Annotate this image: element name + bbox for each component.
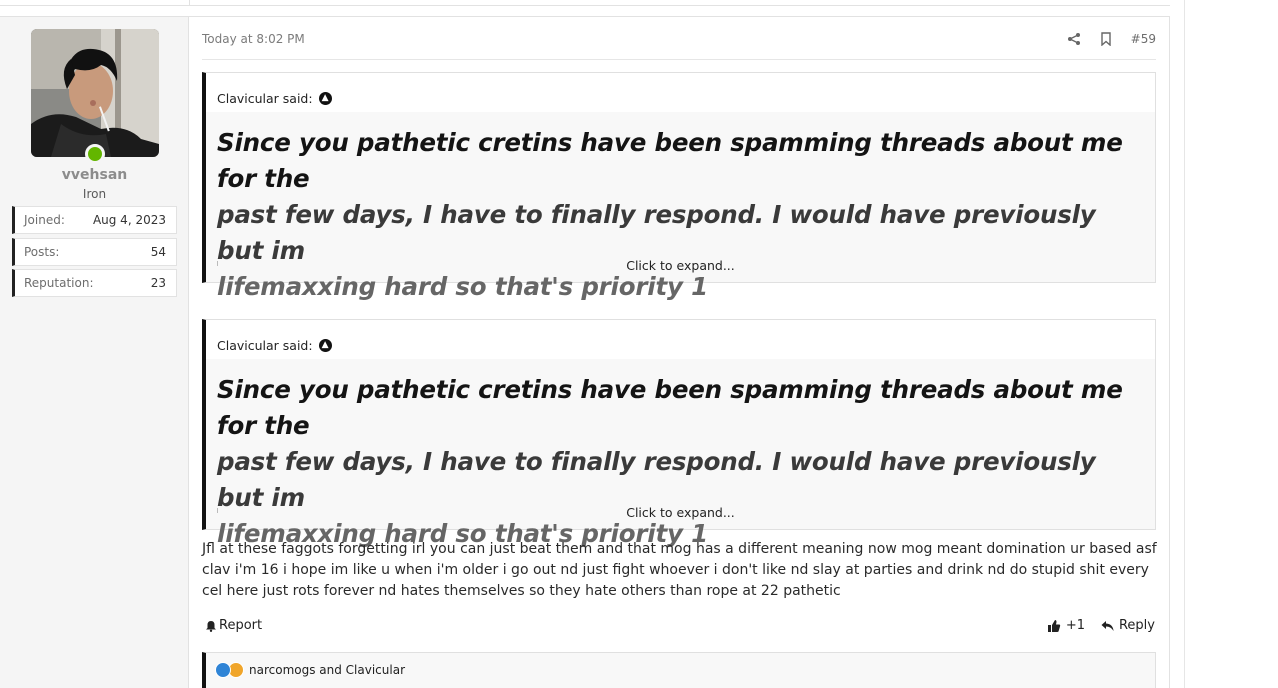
post-footer-actions: +1 Reply <box>1047 618 1155 633</box>
share-icon[interactable] <box>1067 32 1081 46</box>
right-gutter <box>1184 0 1278 688</box>
quote-block: Clavicular said: ▲ Since you pathetic cr… <box>202 72 1156 301</box>
quote-header: Clavicular said: ▲ <box>206 73 1155 112</box>
quote-author[interactable]: Clavicular said: <box>217 338 313 353</box>
stat-label: Joined: <box>24 213 65 227</box>
reply-button[interactable]: Reply <box>1101 618 1155 633</box>
bookmark-icon[interactable] <box>1099 32 1113 47</box>
thumbs-up-icon <box>1047 619 1060 632</box>
stat-value[interactable]: 54 <box>151 245 166 259</box>
arrow-up-icon[interactable]: ▲ <box>318 339 332 352</box>
stat-label: Posts: <box>24 245 60 259</box>
like-count: +1 <box>1065 618 1085 633</box>
quote-line: Since you pathetic cretins have been spa… <box>217 128 1123 193</box>
click-to-expand-link[interactable]: Click to expand... <box>206 505 1155 520</box>
reply-label: Reply <box>1118 618 1155 633</box>
like-reaction-icon <box>215 662 231 678</box>
quote-content: Since you pathetic cretins have been spa… <box>206 359 1155 552</box>
quote-line: Since you pathetic cretins have been spa… <box>217 375 1123 440</box>
post-timestamp[interactable]: Today at 8:02 PM <box>202 32 305 46</box>
report-label: Report <box>219 618 263 633</box>
page: vvehsan Iron Joined: Aug 4, 2023 Posts: … <box>0 0 1184 688</box>
report-link[interactable]: Report <box>205 618 262 633</box>
avatar[interactable] <box>31 29 159 157</box>
quote-header: Clavicular said: ▲ <box>206 320 1155 359</box>
username[interactable]: vvehsan <box>0 167 189 183</box>
stat-joined: Joined: Aug 4, 2023 <box>12 206 177 234</box>
bell-icon <box>206 620 216 632</box>
stat-posts: Posts: 54 <box>12 238 177 266</box>
click-to-expand-link[interactable]: Click to expand... <box>206 258 1155 273</box>
post-message: Jfl at these faggots forgetting irl you … <box>202 541 1157 599</box>
post-number[interactable]: #59 <box>1131 32 1156 46</box>
header-divider <box>202 59 1156 60</box>
stat-value: Aug 4, 2023 <box>92 213 166 227</box>
previous-post-edge <box>0 0 1170 6</box>
reply-icon <box>1101 620 1114 631</box>
stat-reputation: Reputation: 23 <box>12 269 177 297</box>
user-title: Iron <box>82 187 107 201</box>
reactions-bar: narcomogs and Clavicular <box>202 652 1156 688</box>
stat-label: Reputation: <box>24 276 94 290</box>
quote-line: lifemaxxing hard so that's priority 1 <box>217 272 708 301</box>
user-sidebar: vvehsan Iron Joined: Aug 4, 2023 Posts: … <box>0 17 189 688</box>
stat-value: 23 <box>150 276 166 290</box>
arrow-up-icon[interactable]: ▲ <box>318 92 332 105</box>
quote-author[interactable]: Clavicular said: <box>217 91 313 106</box>
reactions-summary[interactable]: narcomogs and Clavicular <box>215 662 405 678</box>
like-button[interactable]: +1 <box>1047 618 1085 633</box>
online-status-indicator <box>85 144 105 164</box>
quote-block: Clavicular said: ▲ Since you pathetic cr… <box>202 319 1156 548</box>
post: vvehsan Iron Joined: Aug 4, 2023 Posts: … <box>0 16 1170 688</box>
reactions-users[interactable]: narcomogs and Clavicular <box>249 663 405 677</box>
post-header-actions: #59 <box>1067 30 1156 48</box>
quote-content: Since you pathetic cretins have been spa… <box>206 112 1155 305</box>
